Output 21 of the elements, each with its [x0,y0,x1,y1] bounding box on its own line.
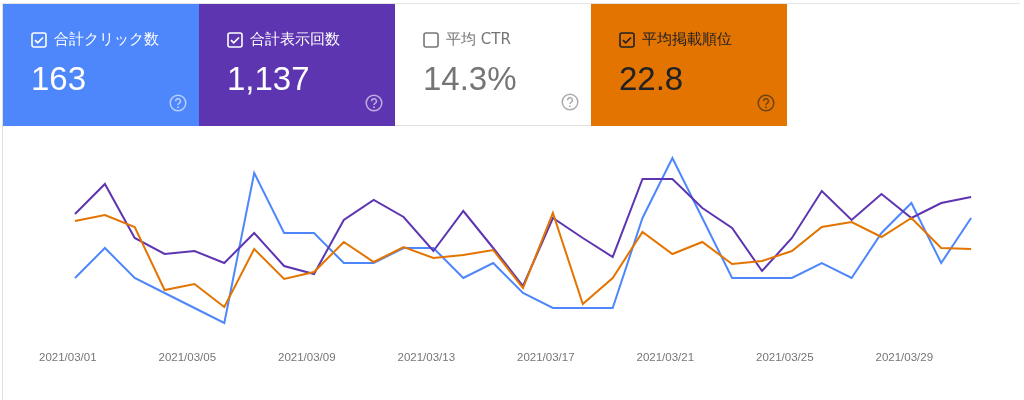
metric-label: 平均 CTR [446,30,511,49]
axis-label: 2021/03/05 [158,351,218,363]
help-icon[interactable] [561,93,579,111]
axis-label: 2021/03/09 [278,351,337,363]
metric-label: 合計表示回数 [250,30,340,49]
metric-value: 22.8 [619,60,685,98]
metric-label: 合計クリック数 [54,30,159,49]
axis-label: 2021/03/13 [397,351,457,363]
metric-card[interactable]: 平均掲載順位 22.8 [591,4,787,126]
metric-value: 14.3% [423,60,518,98]
metric-value: 163 [31,60,88,98]
checkbox[interactable] [619,31,635,48]
metric-label: 平均掲載順位 [642,30,732,49]
help-icon[interactable] [757,94,775,112]
checkbox[interactable] [423,31,439,48]
axis-label: 2021/03/25 [756,351,815,363]
axis-label: 2021/03/17 [517,351,576,363]
metric-value: 1,137 [227,60,311,98]
axis-label: 2021/03/29 [875,351,935,363]
axis-label: 2021/03/01 [39,351,98,363]
axis-label: 2021/03/21 [636,351,696,363]
